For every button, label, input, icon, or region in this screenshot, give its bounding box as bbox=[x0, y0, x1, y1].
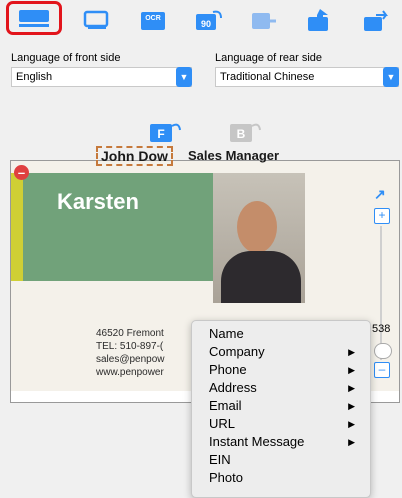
card-stripe bbox=[11, 173, 23, 281]
ocr-icon: OCR bbox=[141, 12, 165, 30]
rear-language-value: Traditional Chinese bbox=[220, 71, 315, 83]
menu-item-label: Instant Message bbox=[209, 434, 305, 449]
chevron-down-icon: ▼ bbox=[383, 67, 399, 87]
upload-button[interactable] bbox=[300, 3, 338, 37]
scan-icon bbox=[19, 10, 49, 27]
rear-language-select[interactable]: Traditional Chinese ▼ bbox=[215, 67, 399, 87]
back-side-button[interactable]: B bbox=[230, 118, 261, 142]
share-button[interactable] bbox=[356, 3, 394, 37]
front-side-letter: F bbox=[157, 127, 164, 141]
menu-item-instant-message[interactable]: Instant Message ▶ bbox=[209, 433, 359, 451]
menu-item-label: Email bbox=[209, 398, 242, 413]
menu-item-label: Name bbox=[209, 326, 244, 341]
card-title: Sales Manager bbox=[188, 148, 280, 163]
triangle-right-icon: ▶ bbox=[348, 437, 355, 447]
rear-language-label: Language of rear side bbox=[215, 52, 323, 64]
card-web: www.penpower bbox=[96, 367, 164, 378]
rotate-90-icon: 90 bbox=[196, 10, 222, 30]
card-address: 46520 Fremont bbox=[96, 328, 164, 339]
menu-item-label: Photo bbox=[209, 470, 243, 485]
front-language-label: Language of front side bbox=[11, 52, 121, 64]
zoom-handle[interactable] bbox=[374, 343, 392, 359]
triangle-right-icon: ▶ bbox=[348, 401, 355, 411]
ocr-button[interactable]: OCR bbox=[134, 3, 172, 37]
back-side-letter: B bbox=[237, 127, 246, 141]
person-head bbox=[237, 201, 277, 253]
menu-item-email[interactable]: Email ▶ bbox=[209, 397, 359, 415]
window-icon bbox=[83, 10, 109, 29]
zoom-readout: 538 bbox=[372, 323, 391, 335]
remove-icon[interactable]: – bbox=[14, 165, 29, 180]
export-button[interactable] bbox=[244, 3, 282, 37]
menu-item-phone[interactable]: Phone ▶ bbox=[209, 361, 359, 379]
card-name-selection[interactable]: John Dow bbox=[96, 146, 173, 166]
front-language-value: English bbox=[16, 71, 53, 83]
rotate-icon-label: 90 bbox=[201, 19, 211, 29]
toolbar: OCR 90 bbox=[0, 0, 402, 46]
menu-item-label: Address bbox=[209, 380, 257, 395]
menu-item-name[interactable]: Name bbox=[209, 325, 359, 343]
chevron-down-icon: ▼ bbox=[176, 67, 192, 87]
ocr-icon-label: OCR bbox=[145, 15, 161, 22]
menu-item-label: Phone bbox=[209, 362, 247, 377]
triangle-right-icon: ▶ bbox=[348, 383, 355, 393]
triangle-right-icon: ▶ bbox=[348, 347, 355, 357]
menu-item-photo[interactable]: Photo bbox=[209, 469, 359, 487]
person-body bbox=[221, 251, 301, 303]
menu-item-url[interactable]: URL ▶ bbox=[209, 415, 359, 433]
front-side-icon: F bbox=[150, 123, 181, 142]
card-phone: TEL: 510-897-( bbox=[96, 341, 164, 352]
menu-item-ein[interactable]: EIN bbox=[209, 451, 359, 469]
menu-item-label: URL bbox=[209, 416, 236, 431]
export-icon bbox=[252, 13, 276, 29]
window-button[interactable] bbox=[78, 3, 116, 37]
zoom-out-button[interactable]: – bbox=[374, 362, 390, 378]
menu-item-address[interactable]: Address ▶ bbox=[209, 379, 359, 397]
card-headline: Karsten bbox=[57, 189, 139, 214]
menu-item-company[interactable]: Company ▶ bbox=[209, 343, 359, 361]
zoom-in-button[interactable]: + bbox=[374, 208, 390, 224]
triangle-right-icon: ▶ bbox=[348, 365, 355, 375]
menu-item-label: Company bbox=[209, 344, 265, 359]
front-language-select[interactable]: English ▼ bbox=[11, 67, 192, 87]
zoom-slider[interactable] bbox=[380, 226, 382, 360]
rotate-button[interactable]: 90 bbox=[190, 3, 228, 37]
scan-button[interactable] bbox=[6, 1, 62, 35]
triangle-right-icon: ▶ bbox=[348, 419, 355, 429]
expand-icon[interactable]: ↗ bbox=[374, 186, 386, 203]
menu-item-label: EIN bbox=[209, 452, 231, 467]
upload-icon bbox=[308, 9, 328, 31]
card-email: sales@penpow bbox=[96, 354, 165, 365]
share-icon bbox=[364, 10, 388, 31]
back-side-icon: B bbox=[230, 123, 261, 142]
context-menu: Name Company ▶ Phone ▶ Address ▶ Email ▶ URL… bbox=[191, 320, 371, 498]
front-side-button[interactable]: F bbox=[150, 118, 181, 142]
